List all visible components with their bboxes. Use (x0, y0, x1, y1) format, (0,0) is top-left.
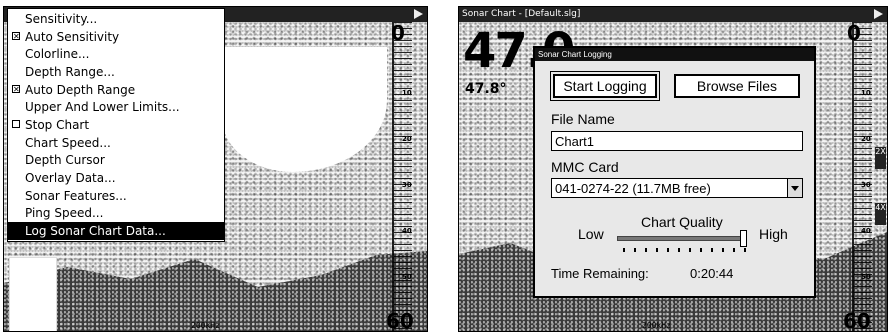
sonar-options-menu: Sensitivity... ✕ Auto Sensitivity Colorline… (7, 8, 225, 242)
time-remaining-value: 0:20:44 (690, 266, 734, 281)
sonar-chart-logging-dialog: Sonar Chart Logging Start Logging Browse… (533, 46, 816, 298)
quality-low-label: Low (578, 226, 604, 242)
menu-item-label: Depth Range... (25, 64, 115, 79)
depth-scale-label: 20 (402, 135, 412, 143)
menu-item[interactable]: Colorline... (8, 45, 224, 63)
depth-top-label: 0 (391, 21, 405, 45)
menu-item[interactable]: Depth Cursor (8, 152, 224, 170)
menu-item[interactable]: Overlay Data... (8, 169, 224, 187)
play-triangle-icon (874, 9, 883, 19)
mmc-card-value: 041-0274-22 (11.7MB free) (555, 181, 711, 196)
menu-item-label: Upper And Lower Limits... (25, 100, 180, 115)
checkbox-checked-icon[interactable]: ✕ (12, 31, 20, 40)
temperature-readout: 47.8° (465, 81, 507, 97)
zoom-4x-tab[interactable]: 4X (875, 203, 886, 225)
menu-item-label: Overlay Data... (25, 171, 116, 186)
time-remaining-label: Time Remaining: (551, 266, 649, 281)
mmc-card-select[interactable]: 041-0274-22 (11.7MB free) (551, 178, 803, 198)
menu-item[interactable]: Ping Speed... (8, 205, 224, 223)
depth-scale-label: 10 (861, 89, 871, 97)
depth-scale (392, 22, 412, 331)
menu-item[interactable]: Sonar Features... (8, 187, 224, 205)
start-logging-button[interactable]: Start Logging (550, 71, 660, 101)
quality-high-label: High (759, 226, 788, 242)
play-triangle-icon (414, 9, 423, 19)
menu-item-label: Ping Speed... (25, 206, 104, 221)
slider-ticks (623, 248, 747, 252)
menu-item[interactable]: Sensitivity... (8, 10, 224, 28)
menu-item[interactable]: Stop Chart (8, 116, 224, 134)
menu-item[interactable]: ✕ Auto Depth Range (8, 81, 224, 99)
window-title: Sonar Chart - [Default.slg] (462, 9, 581, 19)
depth-scale-label: 10 (402, 89, 412, 97)
depth-bottom-label: 60 (386, 309, 414, 332)
depth-scale (852, 22, 872, 331)
menu-item-label: Chart Speed... (25, 135, 111, 150)
menu-item-label: Auto Depth Range (25, 82, 136, 97)
depth-top-label: 0 (847, 21, 861, 45)
frequency-label: 200kHz (191, 321, 220, 330)
menu-item-label: Colorline... (25, 47, 90, 62)
menu-item-label: Log Sonar Chart Data... (25, 224, 166, 239)
mmc-card-label: MMC Card (551, 159, 619, 175)
depth-scale-label: 40 (402, 227, 412, 235)
slider-thumb[interactable] (740, 230, 747, 247)
menu-item[interactable]: ✕ Auto Sensitivity (8, 28, 224, 46)
checkbox-checked-icon[interactable]: ✕ (12, 84, 20, 93)
right-title-bar: Sonar Chart - [Default.slg] (459, 7, 887, 22)
depth-scale-label: 50 (861, 273, 871, 281)
depth-scale-label: 50 (402, 273, 412, 281)
dialog-title: Sonar Chart Logging (535, 48, 814, 61)
menu-item[interactable]: Chart Speed... (8, 134, 224, 152)
menu-item[interactable]: Log Sonar Chart Data... (8, 222, 224, 240)
depth-scale-label: 40 (861, 227, 871, 235)
menu-item-label: Stop Chart (25, 117, 90, 132)
browse-files-button[interactable]: Browse Files (674, 74, 800, 98)
menu-item-label: Sensitivity... (25, 11, 98, 26)
unchecked-box-icon[interactable] (12, 120, 20, 129)
menu-item[interactable]: Depth Range... (8, 63, 224, 81)
chevron-down-icon[interactable] (787, 179, 802, 197)
menu-item[interactable]: Upper And Lower Limits... (8, 98, 224, 116)
chart-quality-slider[interactable] (617, 230, 747, 247)
file-name-field[interactable]: Chart1 (551, 131, 803, 151)
chart-quality-label: Chart Quality (641, 214, 723, 230)
menu-item-label: Depth Cursor (25, 153, 105, 168)
frequency-label: 200kHz (642, 321, 671, 330)
depth-scale-label: 20 (861, 135, 871, 143)
zoom-2x-tab[interactable]: 2X (875, 147, 886, 169)
depth-bottom-label: 60 (843, 309, 871, 332)
file-name-label: File Name (551, 111, 615, 127)
menu-item-label: Auto Sensitivity (25, 29, 120, 44)
blank-overlay-box (9, 257, 57, 331)
menu-item-label: Sonar Features... (25, 188, 127, 203)
depth-scale-label: 30 (402, 181, 412, 189)
depth-scale-label: 30 (861, 181, 871, 189)
